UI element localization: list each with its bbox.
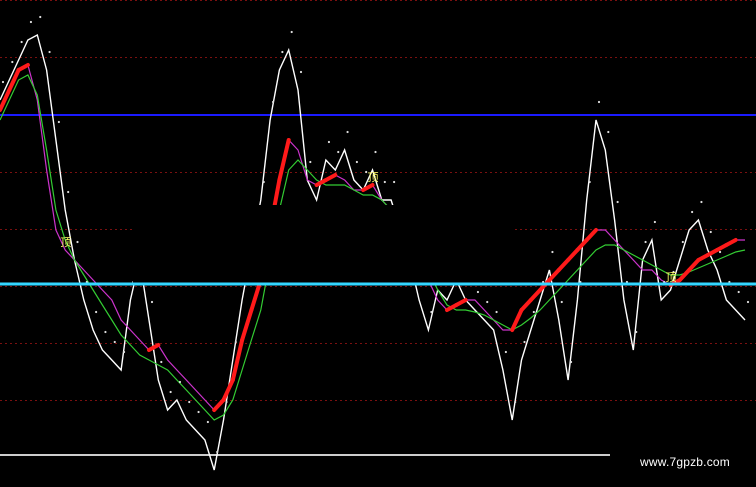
rising-segment (454, 298, 468, 307)
dot-point (374, 150, 377, 154)
dot-point (197, 410, 200, 414)
dot-point (262, 180, 265, 184)
dot-point (95, 310, 98, 314)
dot-point (206, 420, 209, 424)
dot-point (476, 290, 480, 294)
rising-segment (566, 248, 580, 262)
dot-point (532, 310, 535, 314)
rising-segment (16, 63, 30, 72)
dot-point (346, 130, 349, 134)
dot-point (718, 250, 722, 254)
top-marker-label: 顶 (666, 271, 677, 284)
dot-point (160, 360, 163, 364)
dot-point (290, 30, 293, 34)
dot-point (122, 350, 126, 354)
dot-point (644, 240, 647, 244)
rising-segment (0, 88, 12, 112)
rising-segment (240, 308, 254, 342)
dot-point (299, 70, 303, 74)
dot-point (20, 40, 23, 44)
dot-point (29, 20, 33, 24)
dot-point (309, 160, 312, 164)
dot-point (104, 330, 107, 334)
rising-segment (212, 398, 226, 412)
rising-segment (323, 173, 338, 182)
dot-point (523, 340, 526, 344)
dot-point (383, 180, 386, 184)
rising-segment (724, 238, 738, 247)
dot-point (188, 400, 191, 404)
rising-segment (7, 68, 21, 92)
dot-point (76, 240, 79, 244)
dot-point (327, 140, 331, 144)
dot-point (709, 230, 712, 234)
rising-segment (528, 288, 543, 302)
dot-point (495, 310, 498, 314)
dot-point (48, 50, 51, 54)
dot-point (569, 360, 573, 364)
dot-point (355, 160, 358, 164)
dot-point (616, 200, 619, 204)
dot-point (486, 300, 489, 304)
dot-point (67, 190, 70, 194)
dot-point (514, 400, 517, 404)
dot-point (504, 350, 507, 354)
occlusion-block (133, 205, 513, 283)
dot-point (691, 210, 694, 214)
dot-point (1, 80, 5, 84)
dot-point (113, 340, 116, 344)
rising-segment (221, 378, 235, 402)
indicator-chart: 顶顶顶 (0, 0, 756, 471)
dot-point (737, 290, 740, 294)
dot-point (39, 15, 42, 19)
dot-point (607, 130, 610, 134)
dot-point (271, 100, 275, 104)
watermark-text: www.7gpzb.com (640, 455, 730, 469)
dot-point (635, 330, 638, 334)
dot-point (746, 300, 750, 304)
dot-point (560, 300, 563, 304)
dot-point (430, 310, 433, 314)
dot-point (178, 380, 182, 384)
dot-point (653, 220, 656, 224)
dot-point (681, 240, 684, 244)
dot-point (216, 450, 219, 454)
top-marker-label: 顶 (368, 171, 379, 184)
dot-point (700, 200, 703, 204)
dot-point (225, 400, 228, 404)
rising-segment (584, 228, 598, 242)
dot-point (281, 50, 284, 54)
dot-point (393, 180, 396, 184)
dot-point (234, 340, 237, 344)
dot-point (337, 150, 340, 154)
rising-segment (519, 298, 533, 312)
dot-point (588, 180, 591, 184)
rising-segment (147, 343, 161, 352)
dot-point (11, 60, 14, 64)
dot-point (551, 250, 554, 254)
top-marker-label: 顶 (60, 236, 71, 249)
dot-point (597, 100, 601, 104)
dot-point (169, 390, 172, 394)
dot-point (150, 300, 154, 304)
rising-segment (556, 258, 571, 272)
stock-chart-panel: 顶顶顶 www.7gpzb.com (0, 0, 756, 487)
dot-point (57, 120, 60, 124)
